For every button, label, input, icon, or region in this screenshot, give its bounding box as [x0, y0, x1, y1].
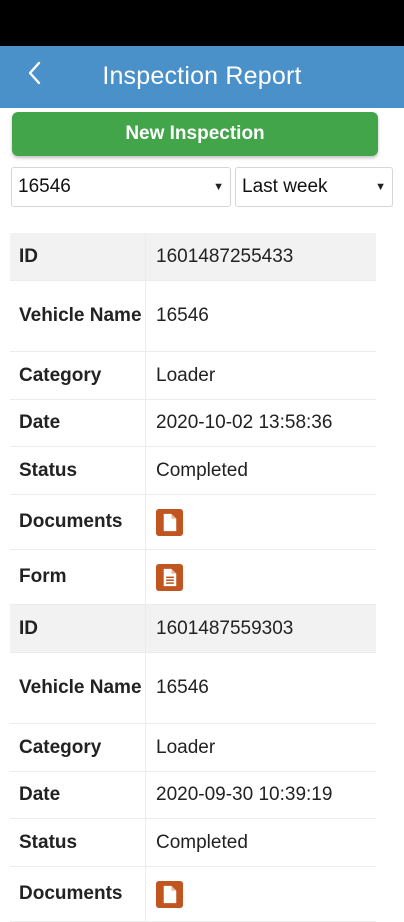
table-row-documents: Documents — [10, 867, 376, 922]
row-value — [146, 495, 376, 549]
row-value: 1601487255433 — [156, 245, 294, 267]
table-row-category: Category Loader — [10, 724, 376, 772]
row-value — [146, 867, 376, 921]
dropdown-caret-icon: ▼ — [213, 181, 224, 193]
row-value: Loader — [156, 364, 216, 386]
row-value: Completed — [156, 831, 248, 853]
row-label: Vehicle Name — [10, 281, 146, 351]
table-row-status: Status Completed — [10, 819, 376, 867]
table-row-form: Form — [10, 550, 376, 605]
dropdown-caret-icon: ▼ — [375, 181, 386, 193]
period-select[interactable]: Last week ▼ — [235, 167, 393, 207]
row-value: 2020-10-02 13:58:36 — [156, 412, 333, 433]
vehicle-select[interactable]: 16546 ▼ — [11, 167, 231, 207]
app-bar: Inspection Report — [0, 46, 404, 108]
row-label: Date — [10, 772, 146, 818]
table-row-id: ID 1601487559303 — [10, 605, 376, 653]
new-inspection-button[interactable]: New Inspection — [12, 112, 378, 156]
table-row-status: Status Completed — [10, 447, 376, 495]
row-label: Category — [10, 352, 146, 399]
inspection-table: ID 1601487255433 Vehicle Name 16546 Cate… — [10, 233, 376, 922]
row-value: Loader — [156, 736, 216, 758]
row-value: Completed — [156, 459, 248, 481]
table-row-id: ID 1601487255433 — [10, 233, 376, 281]
vehicle-select-value: 16546 — [18, 176, 71, 197]
table-row-vehicle-name: Vehicle Name 16546 — [10, 653, 376, 724]
row-label: Documents — [10, 867, 146, 921]
table-row-date: Date 2020-10-02 13:58:36 — [10, 400, 376, 447]
form-icon[interactable] — [156, 563, 183, 591]
row-label: ID — [10, 605, 146, 652]
status-bar — [0, 0, 404, 46]
row-label: Category — [10, 724, 146, 771]
page-title: Inspection Report — [102, 62, 302, 90]
row-label: ID — [10, 233, 146, 280]
row-label: Status — [10, 819, 146, 866]
row-label: Documents — [10, 495, 146, 549]
row-label: Status — [10, 447, 146, 494]
table-row-documents: Documents — [10, 495, 376, 550]
table-row-vehicle-name: Vehicle Name 16546 — [10, 281, 376, 352]
document-icon[interactable] — [156, 508, 183, 536]
row-value — [146, 550, 376, 604]
row-value: 2020-09-30 10:39:19 — [156, 784, 333, 805]
period-select-value: Last week — [242, 176, 328, 197]
table-row-category: Category Loader — [10, 352, 376, 400]
row-value: 1601487559303 — [156, 617, 294, 639]
row-value: 16546 — [156, 305, 209, 326]
row-label: Vehicle Name — [10, 653, 146, 723]
row-value: 16546 — [156, 677, 209, 698]
table-row-date: Date 2020-09-30 10:39:19 — [10, 772, 376, 819]
row-label: Form — [10, 550, 146, 604]
row-label: Date — [10, 400, 146, 446]
document-icon[interactable] — [156, 880, 183, 908]
